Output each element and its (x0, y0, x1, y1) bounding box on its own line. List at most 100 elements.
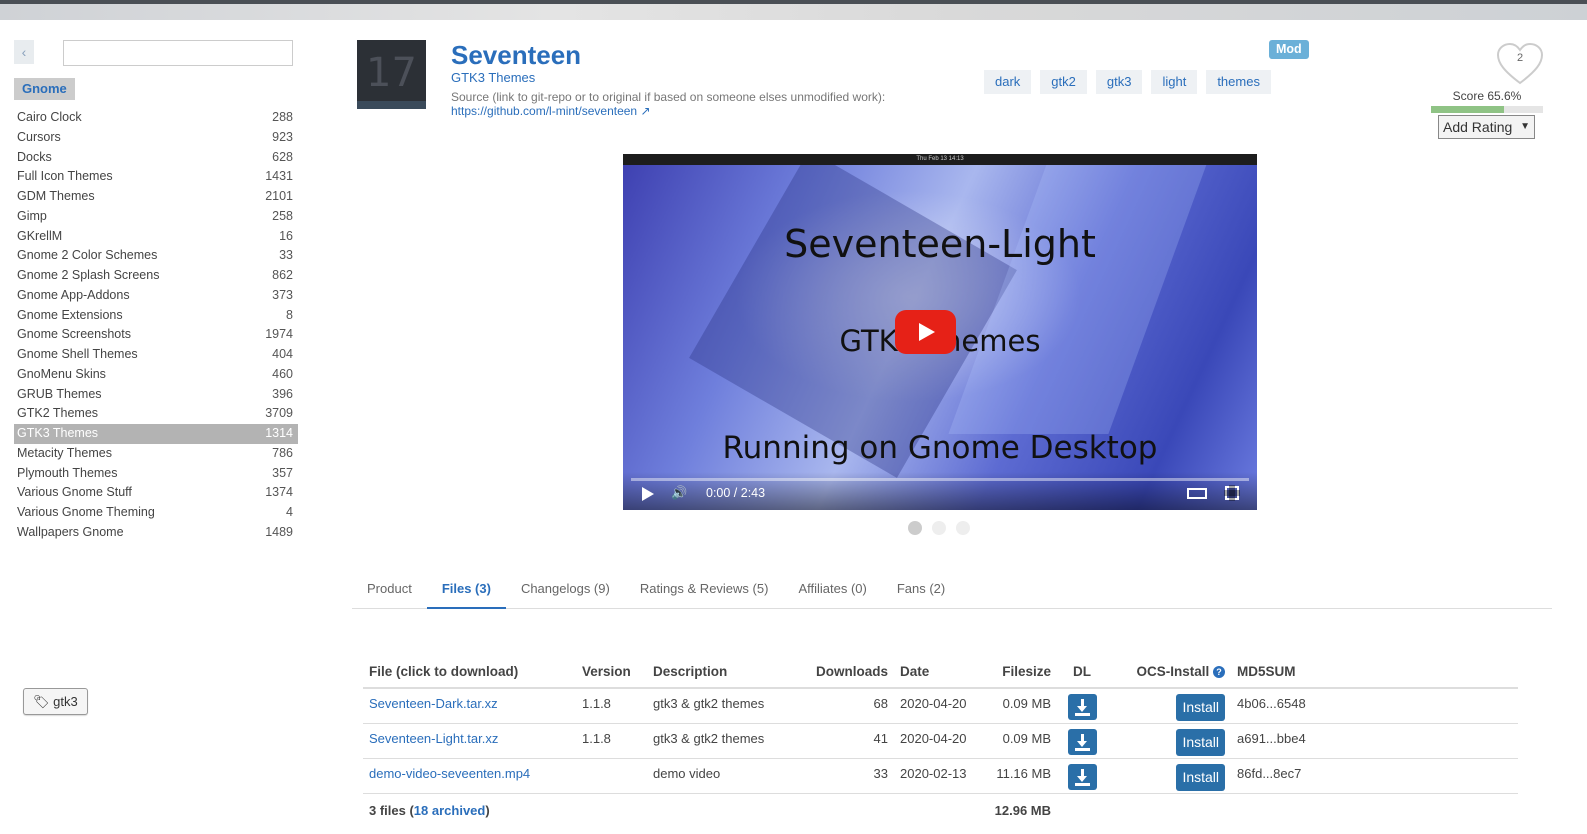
theater-mode-icon[interactable] (1187, 488, 1207, 499)
heart-icon[interactable] (1496, 43, 1544, 85)
tag-chip[interactable]: gtk2 (1040, 70, 1087, 94)
tag-filter-label: gtk3 (53, 694, 78, 709)
category-count: 786 (272, 445, 293, 460)
sidebar-category-item[interactable]: GTK2 Themes 3709 (14, 404, 298, 424)
category-name: Gimp (17, 208, 47, 223)
sidebar-category-item[interactable]: GTK3 Themes 1314 (14, 424, 298, 444)
carousel-dot[interactable] (956, 521, 970, 535)
sidebar-category-item[interactable]: Docks 628 (14, 148, 298, 168)
tag-chip[interactable]: dark (984, 70, 1032, 94)
tag-chip[interactable]: themes (1206, 70, 1271, 94)
back-button[interactable]: ‹ (14, 40, 34, 64)
carousel-dot[interactable] (932, 521, 946, 535)
sidebar-category-item[interactable]: Gnome App-Addons 373 (14, 286, 298, 306)
source-url-link[interactable]: https://github.com/l-mint/seventeen ↗ (451, 104, 651, 118)
download-icon[interactable] (1067, 729, 1097, 755)
file-version (576, 758, 647, 794)
sidebar-category-item[interactable]: Gnome 2 Splash Screens 862 (14, 266, 298, 286)
play-icon[interactable] (642, 487, 654, 501)
download-icon[interactable] (1067, 764, 1097, 790)
tab-item[interactable]: Affiliates (0) (783, 574, 881, 609)
category-count: 357 (272, 465, 293, 480)
file-downloads: 33 (810, 758, 895, 794)
sidebar-category-item[interactable]: Gnome Shell Themes 404 (14, 345, 298, 365)
category-name: Full Icon Themes (17, 169, 113, 184)
category-count: 460 (272, 366, 293, 381)
category-header[interactable]: Gnome (14, 78, 75, 100)
file-date: 2020-04-20 (894, 688, 983, 724)
sidebar-category-item[interactable]: Wallpapers Gnome 1489 (14, 523, 298, 543)
file-version: 1.1.8 (576, 688, 647, 724)
install-button[interactable]: Install (1176, 764, 1226, 791)
score-bar-fill (1431, 106, 1505, 113)
video-player[interactable]: Thu Feb 13 14:13 Seventeen-Light GTK3 Th… (623, 154, 1257, 510)
category-name: GTK3 Themes (17, 426, 99, 440)
volume-icon[interactable]: 🔊 (671, 485, 687, 501)
help-icon[interactable]: ? (1213, 665, 1226, 678)
add-rating-select[interactable]: Add Rating ▼ (1438, 115, 1535, 139)
browser-top-strip (0, 0, 1587, 20)
col-file: File (click to download) (363, 655, 576, 689)
file-download-link[interactable]: Seventeen-Dark.tar.xz (369, 696, 498, 711)
file-downloads: 41 (810, 723, 895, 759)
file-description: demo video (647, 758, 810, 794)
carousel-dot[interactable] (908, 521, 922, 535)
sidebar-category-item[interactable]: Cursors 923 (14, 128, 298, 148)
file-date: 2020-04-20 (894, 723, 983, 759)
tab-item[interactable]: Changelogs (9) (506, 574, 625, 609)
sidebar-category-item[interactable]: Plymouth Themes 357 (14, 464, 298, 484)
sidebar-category-item[interactable]: GRUB Themes 396 (14, 385, 298, 405)
category-name: Metacity Themes (17, 445, 112, 460)
carousel-dots (908, 521, 970, 535)
sidebar-category-item[interactable]: GKrellM 16 (14, 227, 298, 247)
video-time: 0:00 / 2:43 (706, 486, 766, 500)
product-category-link[interactable]: GTK3 Themes (451, 70, 535, 85)
sidebar-category-item[interactable]: Cairo Clock 288 (14, 108, 298, 128)
category-count: 1374 (265, 485, 293, 500)
tag-chip[interactable]: gtk3 (1095, 70, 1143, 94)
file-version: 1.1.8 (576, 723, 647, 759)
tab-item[interactable]: Ratings & Reviews (5) (625, 574, 784, 609)
archived-files-link[interactable]: 18 archived (414, 803, 486, 818)
tab-item[interactable]: Product (352, 574, 427, 609)
sidebar-category-item[interactable]: GnoMenu Skins 460 (14, 365, 298, 385)
table-total-row: 3 files (18 archived) 12.96 MB (363, 794, 1518, 829)
sidebar-category-item[interactable]: Gimp 258 (14, 207, 298, 227)
product-title[interactable]: Seventeen (451, 40, 581, 71)
sidebar-category-item[interactable]: Gnome 2 Color Schemes 33 (14, 246, 298, 266)
sidebar-category-item[interactable]: Full Icon Themes 1431 (14, 167, 298, 187)
sidebar-category-item[interactable]: Gnome Extensions 8 (14, 306, 298, 326)
sidebar-category-item[interactable]: Gnome Screenshots 1974 (14, 325, 298, 345)
category-name: Various Gnome Theming (17, 505, 155, 519)
sidebar-category-item[interactable]: Metacity Themes 786 (14, 444, 298, 464)
download-icon[interactable] (1067, 694, 1097, 720)
file-size: 0.09 MB (982, 688, 1058, 724)
search-input[interactable] (63, 40, 293, 66)
tab-item[interactable]: Fans (2) (882, 574, 960, 609)
sidebar-category-item[interactable]: Various Gnome Theming 4 (14, 503, 298, 523)
video-desktop-topbar: Thu Feb 13 14:13 (623, 154, 1257, 165)
score-bar (1431, 106, 1543, 113)
fans-count: 2 (1516, 52, 1524, 64)
youtube-play-button[interactable] (895, 310, 956, 354)
install-button[interactable]: Install (1176, 729, 1226, 756)
fullscreen-icon[interactable] (1224, 485, 1240, 501)
tag-filter-button[interactable]: 🏷 gtk3 (23, 688, 88, 715)
tag-chip[interactable]: light (1151, 70, 1198, 94)
files-table: File (click to download) Version Descrip… (363, 655, 1518, 829)
external-link-icon: ↗ (640, 104, 651, 118)
tab-item[interactable]: Files (3) (426, 574, 506, 609)
file-download-link[interactable]: demo-video-seveenten.mp4 (369, 766, 530, 781)
sidebar-category-item[interactable]: Various Gnome Stuff 1374 (14, 483, 298, 503)
category-count: 404 (272, 347, 293, 361)
category-count: 258 (272, 208, 293, 223)
category-count: 8 (286, 307, 293, 322)
table-row: Seventeen-Dark.tar.xz 1.1.8 gtk3 & gtk2 … (363, 688, 1518, 724)
video-progress-bar[interactable] (631, 478, 1249, 481)
category-name: Gnome 2 Splash Screens (17, 268, 160, 282)
sidebar-category-item[interactable]: GDM Themes 2101 (14, 187, 298, 207)
install-button[interactable]: Install (1176, 694, 1226, 721)
product-logo-text: 17 (366, 50, 417, 96)
category-name: Gnome Extensions (17, 307, 123, 322)
file-download-link[interactable]: Seventeen-Light.tar.xz (369, 731, 498, 746)
